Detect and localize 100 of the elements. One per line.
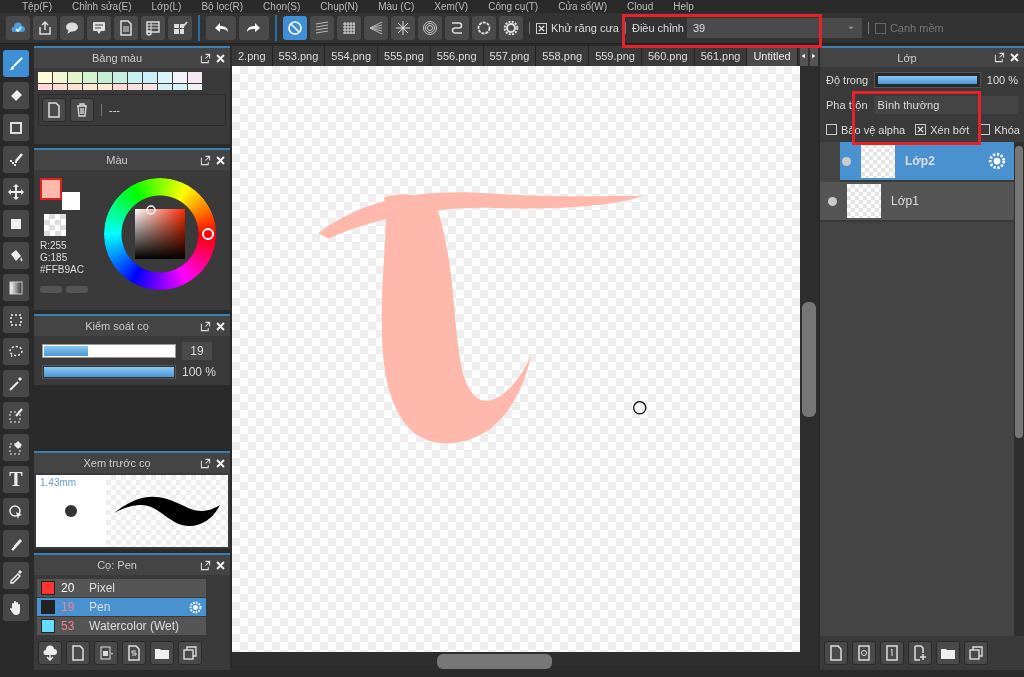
color-swatch[interactable]: [173, 72, 187, 83]
snap-mode-button[interactable]: [283, 16, 307, 40]
color-swatch[interactable]: [83, 72, 97, 83]
document-button[interactable]: [114, 16, 138, 40]
snap-mode-button[interactable]: [337, 16, 361, 40]
selection-arrow-tool-button[interactable]: [3, 498, 29, 525]
pop-out-button[interactable]: [200, 457, 211, 469]
file-tab[interactable]: 2.png: [232, 46, 273, 66]
comment-button[interactable]: [87, 16, 111, 40]
layer-scrollbar[interactable]: [1014, 142, 1024, 636]
menu-item[interactable]: Chụp(N): [320, 1, 359, 12]
color-swatch[interactable]: [68, 84, 82, 90]
selection-pen-tool-button[interactable]: [3, 402, 29, 429]
snap-mode-button[interactable]: [445, 16, 469, 40]
script-page-button[interactable]: [122, 641, 146, 665]
folder-button[interactable]: [936, 641, 960, 665]
snap-mode-button[interactable]: [391, 16, 415, 40]
lasso-tool-button[interactable]: [3, 338, 29, 365]
menu-item[interactable]: Tệp(F): [22, 1, 52, 12]
close-button[interactable]: [215, 559, 226, 571]
file-tab[interactable]: 557.png: [483, 46, 537, 66]
pop-out-button[interactable]: [200, 559, 211, 571]
speech-bubble-button[interactable]: [60, 16, 84, 40]
menu-item[interactable]: Cloud: [627, 1, 654, 12]
color-swatch[interactable]: [83, 84, 97, 90]
color-swatch[interactable]: [53, 84, 67, 90]
color-swatch[interactable]: [173, 84, 187, 90]
new-page-button[interactable]: [824, 641, 848, 665]
file-tab[interactable]: 559.png: [589, 46, 642, 66]
color-swatch[interactable]: [53, 72, 67, 83]
color-swatch[interactable]: [143, 72, 157, 83]
cloud-download-button[interactable]: [38, 641, 62, 665]
folder-button[interactable]: [150, 641, 174, 665]
file-tab[interactable]: 556.png: [430, 46, 484, 66]
eraser-tool-button[interactable]: [3, 82, 29, 109]
copy-page-button[interactable]: [94, 641, 118, 665]
adjust-dropdown[interactable]: 39: [686, 18, 862, 38]
file-tab[interactable]: Untitled: [747, 46, 798, 66]
blend-mode-dropdown[interactable]: Bình thường: [873, 95, 1018, 114]
menu-item[interactable]: Chỉnh sửa(E): [72, 1, 132, 12]
gradient-tool-button[interactable]: [3, 274, 29, 301]
color-swatch[interactable]: [68, 72, 82, 83]
file-tab[interactable]: 553.png: [272, 46, 326, 66]
new-palette-button[interactable]: [42, 98, 66, 122]
close-button[interactable]: [215, 154, 226, 166]
new-page-button[interactable]: [66, 641, 90, 665]
transparent-color-swatch[interactable]: [44, 214, 66, 236]
color-swatch[interactable]: [143, 84, 157, 90]
filled-square-tool-button[interactable]: [3, 210, 29, 237]
visibility-dot[interactable]: [828, 196, 837, 206]
hand-tool-button[interactable]: [3, 594, 29, 621]
color-swatch[interactable]: [38, 72, 52, 83]
color-swatch[interactable]: [188, 72, 202, 83]
add-page-button[interactable]: [908, 641, 932, 665]
file-tab[interactable]: 558.png: [536, 46, 590, 66]
brush-list-item[interactable]: 20 Pixel: [37, 579, 206, 598]
brush-tool-button[interactable]: [3, 50, 29, 77]
redo-button[interactable]: [239, 16, 269, 40]
magic-wand-tool-button[interactable]: [3, 370, 29, 397]
dashed-rectangle-tool-button[interactable]: [3, 306, 29, 333]
cutter-tool-button[interactable]: [3, 530, 29, 557]
share-button[interactable]: [33, 16, 57, 40]
layer-row[interactable]: Lớp1: [820, 182, 1014, 223]
duplicate-button[interactable]: [178, 641, 202, 665]
menu-item[interactable]: Lớp(L): [151, 1, 182, 12]
primary-color-swatch[interactable]: [40, 178, 62, 200]
eyedropper-tool-button[interactable]: [3, 562, 29, 589]
pop-out-button[interactable]: [200, 52, 211, 64]
close-button[interactable]: [1009, 52, 1020, 64]
vertical-scrollbar[interactable]: [800, 66, 818, 652]
cloud-check-button[interactable]: [6, 16, 30, 40]
snap-mode-button[interactable]: [418, 16, 442, 40]
grid-edit-button[interactable]: [168, 16, 192, 40]
close-button[interactable]: [215, 52, 226, 64]
color-swatch[interactable]: [158, 84, 172, 90]
menu-item[interactable]: Cửa sổ(W): [558, 1, 608, 12]
move-arrows-tool-button[interactable]: [3, 178, 29, 205]
square-outline-tool-button[interactable]: [3, 114, 29, 141]
color-swatch[interactable]: [98, 84, 112, 90]
color-swatch[interactable]: [113, 84, 127, 90]
color-swatch[interactable]: [188, 84, 202, 90]
color-swatch[interactable]: [98, 72, 112, 83]
selection-eraser-tool-button[interactable]: [3, 434, 29, 461]
pop-out-button[interactable]: [200, 154, 211, 166]
paint-bucket-tool-button[interactable]: [3, 242, 29, 269]
menu-item[interactable]: Help: [673, 1, 694, 12]
brush-size-slider[interactable]: [42, 344, 176, 358]
undo-button[interactable]: [206, 16, 236, 40]
close-button[interactable]: [215, 320, 226, 332]
brush-size-value[interactable]: 19: [182, 342, 212, 360]
menu-item[interactable]: Chọn(S): [263, 1, 301, 12]
horizontal-scrollbar[interactable]: [232, 652, 818, 670]
file-tab[interactable]: 555.png: [378, 46, 431, 66]
menu-item[interactable]: Màu (C): [378, 1, 415, 12]
scroll-left-button[interactable]: [799, 46, 808, 66]
color-swatch[interactable]: [113, 72, 127, 83]
brush-list-item[interactable]: 53 Watercolor (Wet): [37, 617, 206, 636]
snap-mode-button[interactable]: [364, 16, 388, 40]
settings-button[interactable]: [499, 16, 523, 40]
color-swatch[interactable]: [128, 84, 142, 90]
